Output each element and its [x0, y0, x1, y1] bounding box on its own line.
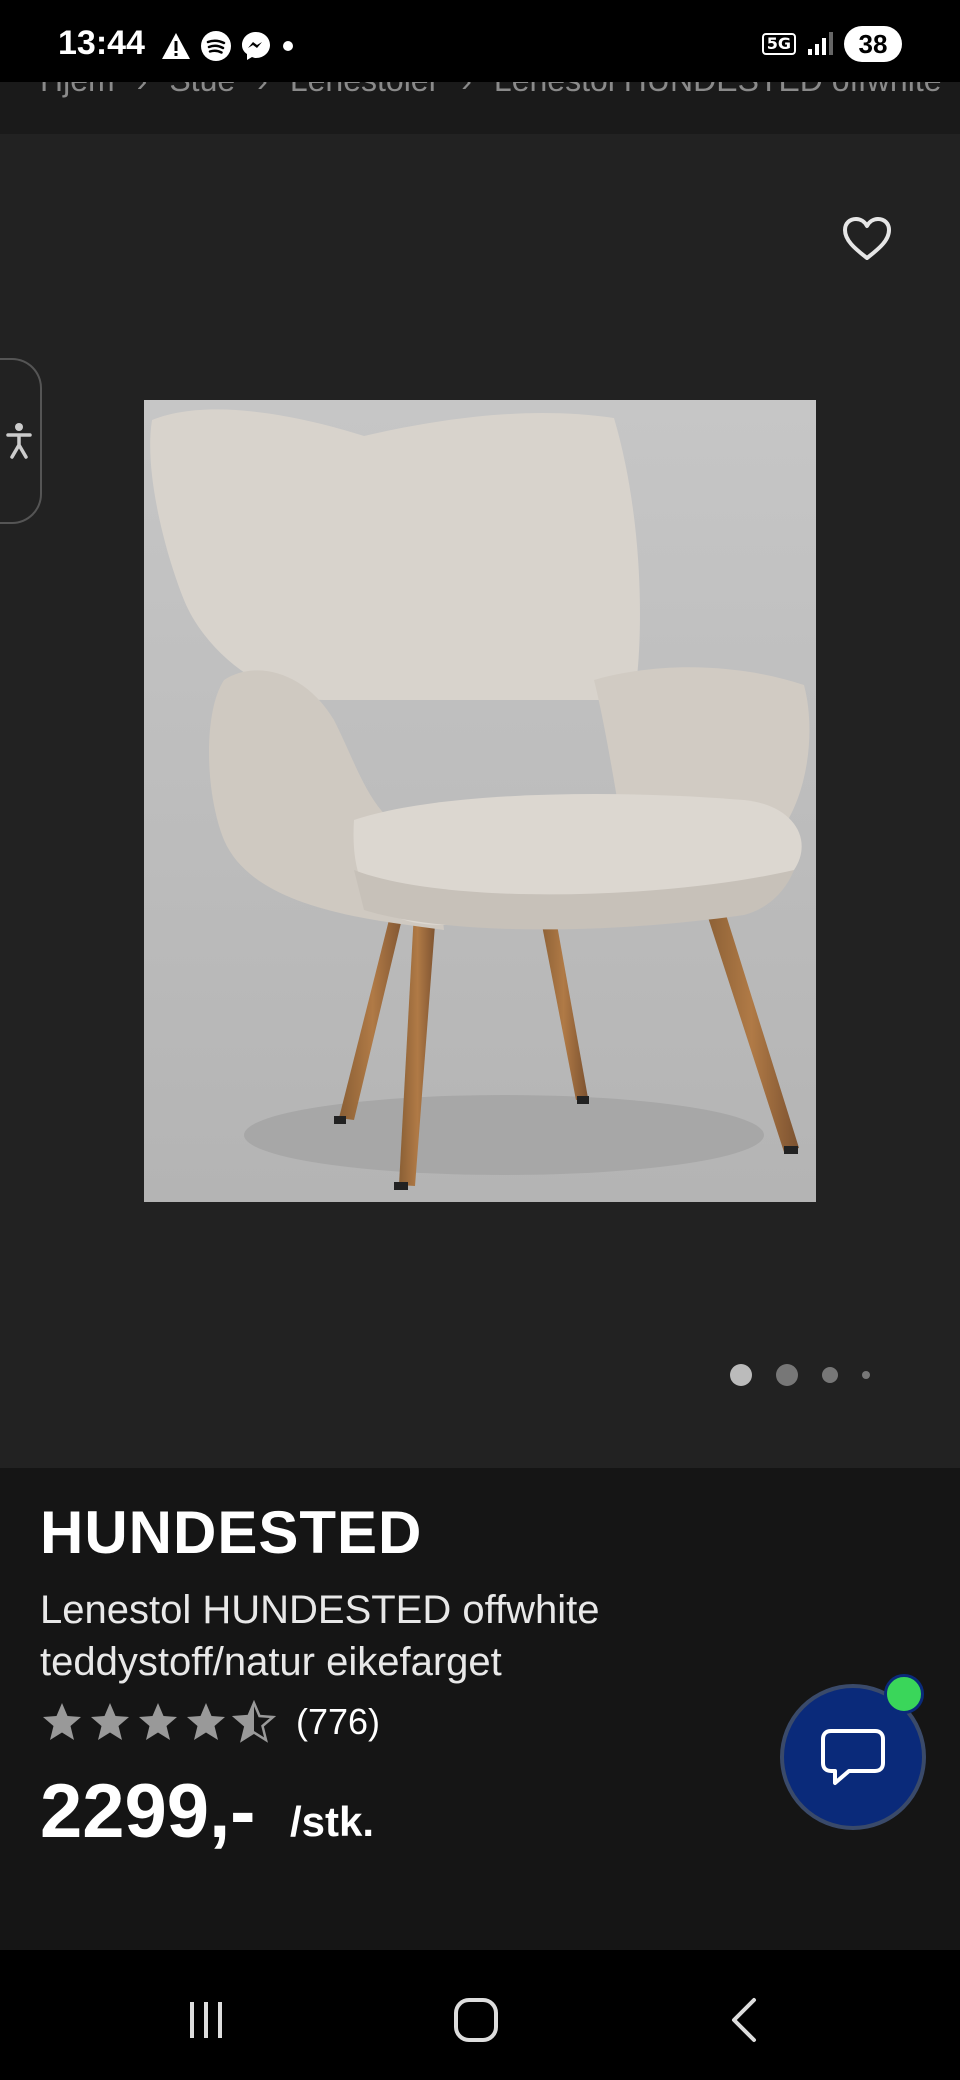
product-description: Lenestol HUNDESTED offwhite teddystoff/n…	[40, 1588, 600, 1684]
carousel-dot-active[interactable]	[730, 1364, 752, 1386]
star-full-icon	[43, 1703, 81, 1740]
home-icon	[454, 1998, 498, 2042]
breadcrumb-item-current: Lenestol HUNDESTED offwhite	[494, 82, 942, 98]
star-half-icon	[232, 1700, 276, 1743]
system-nav-bar	[0, 1950, 960, 2080]
notification-icons	[160, 30, 296, 62]
warning-icon	[162, 33, 190, 59]
product-name: HUNDESTED	[40, 1499, 423, 1566]
recents-icon	[190, 2002, 222, 2038]
back-icon	[732, 1998, 756, 2042]
favorite-button[interactable]	[840, 212, 894, 266]
product-info: HUNDESTED Lenestol HUNDESTED offwhite te…	[0, 1468, 960, 1950]
battery-indicator: 38	[844, 26, 902, 62]
chat-bubble-icon	[821, 1729, 885, 1785]
star-full-icon	[187, 1703, 225, 1740]
carousel-dot[interactable]	[776, 1364, 798, 1386]
status-bar: 13:44 5G 38	[0, 0, 960, 82]
chevron-right-icon: ›	[461, 82, 472, 98]
status-time: 13:44	[58, 24, 145, 62]
product-photo[interactable]	[144, 400, 816, 1202]
star-full-icon	[139, 1703, 177, 1740]
heart-icon	[843, 217, 891, 260]
breadcrumb-item-living-room[interactable]: Stue	[169, 82, 235, 98]
breadcrumb-item-armchairs[interactable]: Lenestoler	[290, 82, 439, 98]
online-status-dot	[884, 1674, 924, 1714]
chevron-right-icon: ›	[137, 82, 148, 98]
spotify-icon	[201, 31, 231, 61]
breadcrumb: Hjem › Stue › Lenestoler › Lenestol HUNDESTED …	[0, 82, 960, 134]
signal-icon	[808, 32, 833, 55]
accessibility-button[interactable]	[0, 358, 42, 524]
network-5g-icon: 5G	[761, 33, 796, 55]
home-button[interactable]	[446, 1990, 506, 2050]
price-unit: /stk.	[290, 1798, 375, 1845]
carousel-dot[interactable]	[822, 1367, 838, 1383]
recents-button[interactable]	[176, 1990, 236, 2050]
product-page: Hjem › Stue › Lenestoler › Lenestol HUNDESTED …	[0, 82, 960, 1950]
accessibility-icon	[6, 423, 32, 459]
carousel-dot[interactable]	[862, 1371, 870, 1379]
breadcrumb-item-home[interactable]: Hjem	[40, 82, 115, 98]
more-notifications-icon	[283, 41, 293, 51]
armchair-illustration	[144, 400, 816, 1202]
carousel-pagination	[730, 1364, 870, 1386]
chevron-right-icon: ›	[257, 82, 268, 98]
star-full-icon	[91, 1703, 129, 1740]
review-count: (776)	[296, 1701, 381, 1742]
messenger-icon	[242, 32, 270, 60]
product-price: 2299,-	[40, 1769, 256, 1854]
product-rating[interactable]: (776)	[40, 1700, 380, 1744]
product-image-carousel[interactable]	[0, 134, 960, 1468]
back-button[interactable]	[714, 1990, 774, 2050]
system-icons: 5G 38	[761, 26, 902, 62]
